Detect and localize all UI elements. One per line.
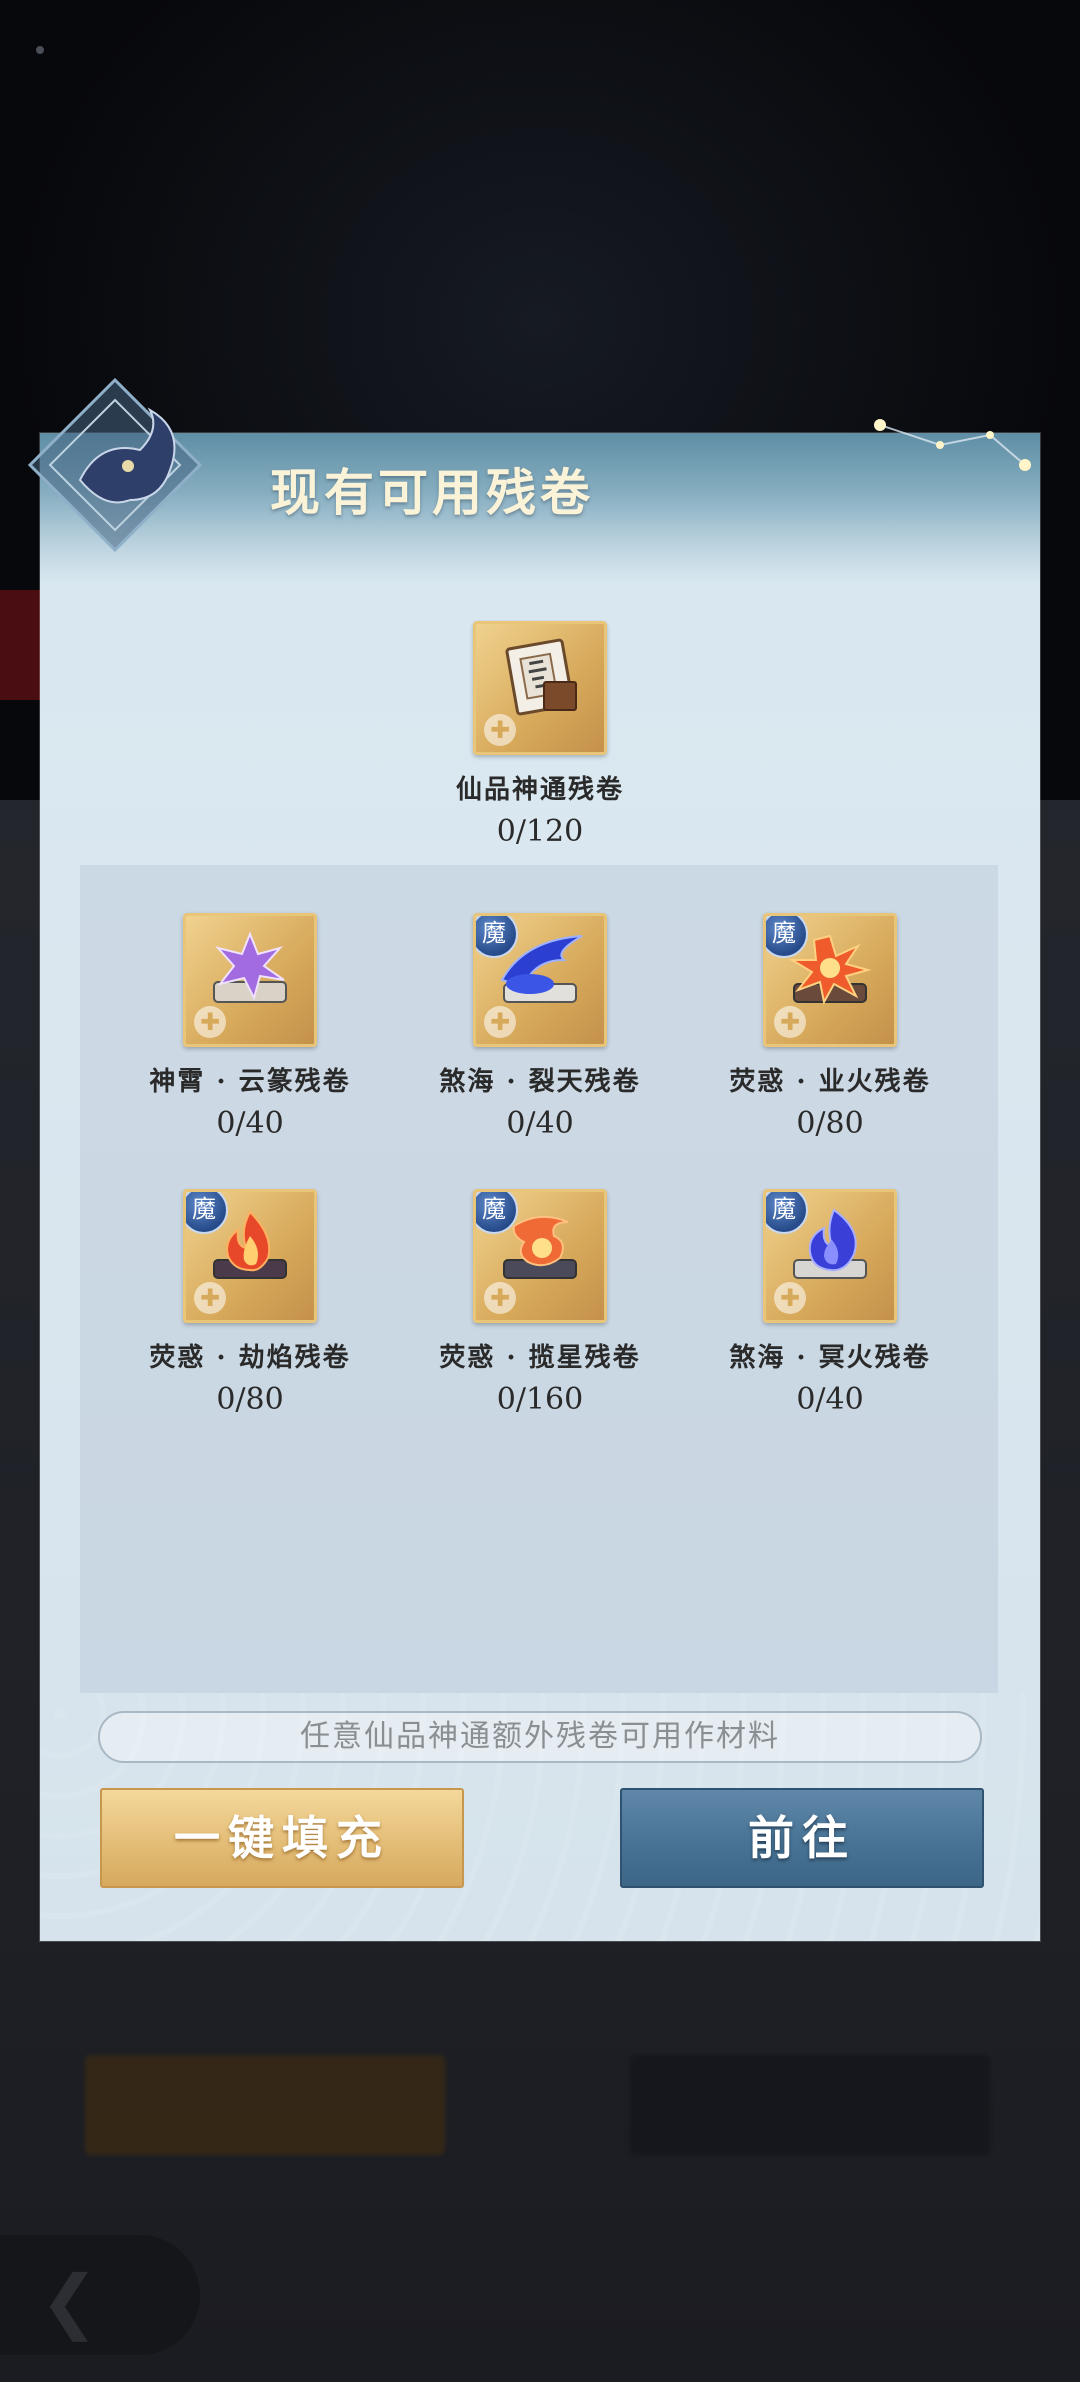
scroll-item-name: 煞海 · 裂天残卷: [439, 1067, 641, 1097]
featured-item-icon-box[interactable]: ✚: [473, 621, 607, 755]
status-dot: [36, 46, 44, 54]
scroll-item-icon-box[interactable]: 魔 ✚: [473, 1189, 607, 1323]
go-to-button[interactable]: 前往: [620, 1788, 984, 1888]
scroll-item[interactable]: 魔 ✚ 荧惑 · 揽星残卷 0/160: [410, 1189, 670, 1417]
background-button: [85, 2055, 445, 2155]
featured-item[interactable]: ✚ 仙品神通残卷 0/120: [410, 621, 670, 849]
scroll-item-name: 荧惑 · 劫焰残卷: [149, 1343, 351, 1373]
available-scrolls-dialog: 现有可用残卷 ✚ 仙品神通残卷 0/120 ✚ 神霄 · 云篆残卷 0/40 魔…: [40, 433, 1040, 1941]
puzzle-piece-icon: ✚: [484, 1006, 516, 1038]
dialog-title: 现有可用残卷: [270, 463, 594, 522]
scroll-item-icon-box[interactable]: ✚: [183, 913, 317, 1047]
scroll-item-count: 0/80: [216, 1382, 284, 1417]
featured-item-count: 0/120: [496, 814, 584, 849]
featured-item-name: 仙品神通残卷: [455, 775, 624, 805]
purple-lightning-scroll-icon: [213, 931, 287, 1003]
puzzle-piece-icon: ✚: [774, 1282, 806, 1314]
auto-fill-button[interactable]: 一键填充: [100, 1788, 464, 1888]
scroll-item-icon-box[interactable]: 魔 ✚: [473, 913, 607, 1047]
background-decoration: [0, 590, 40, 700]
scroll-item-count: 0/40: [506, 1106, 574, 1141]
scroll-item[interactable]: 魔 ✚ 煞海 · 冥火残卷 0/40: [700, 1189, 960, 1417]
hint-text: 任意仙品神通额外残卷可用作材料: [98, 1711, 982, 1763]
puzzle-piece-icon: ✚: [484, 714, 516, 746]
scroll-item-name: 煞海 · 冥火残卷: [729, 1343, 931, 1373]
puzzle-piece-icon: ✚: [774, 1006, 806, 1038]
constellation-icon: [874, 419, 1031, 471]
background-button: [630, 2055, 990, 2155]
scroll-item-count: 0/40: [216, 1106, 284, 1141]
scroll-item-name: 神霄 · 云篆残卷: [149, 1067, 351, 1097]
scroll-item-count: 0/40: [796, 1382, 864, 1417]
puzzle-piece-icon: ✚: [484, 1282, 516, 1314]
puzzle-piece-icon: ✚: [194, 1006, 226, 1038]
back-arrow-icon: ❮: [40, 2260, 99, 2342]
scroll-item-name: 荧惑 · 揽星残卷: [439, 1343, 641, 1373]
scroll-item-count: 0/160: [496, 1382, 584, 1417]
scroll-item[interactable]: 魔 ✚ 荧惑 · 业火残卷 0/80: [700, 913, 960, 1141]
scroll-book-icon: [505, 638, 577, 716]
scroll-item-icon-box[interactable]: 魔 ✚: [763, 913, 897, 1047]
fox-emblem-icon: [27, 377, 203, 553]
scroll-item[interactable]: ✚ 神霄 · 云篆残卷 0/40: [120, 913, 380, 1141]
puzzle-piece-icon: ✚: [194, 1282, 226, 1314]
scroll-item[interactable]: 魔 ✚ 煞海 · 裂天残卷 0/40: [410, 913, 670, 1141]
scroll-item-count: 0/80: [796, 1106, 864, 1141]
scroll-item-icon-box[interactable]: 魔 ✚: [763, 1189, 897, 1323]
scroll-item-icon-box[interactable]: 魔 ✚: [183, 1189, 317, 1323]
scroll-item-name: 荧惑 · 业火残卷: [729, 1067, 931, 1097]
scroll-item[interactable]: 魔 ✚ 荧惑 · 劫焰残卷 0/80: [120, 1189, 380, 1417]
back-button[interactable]: [0, 2235, 200, 2355]
